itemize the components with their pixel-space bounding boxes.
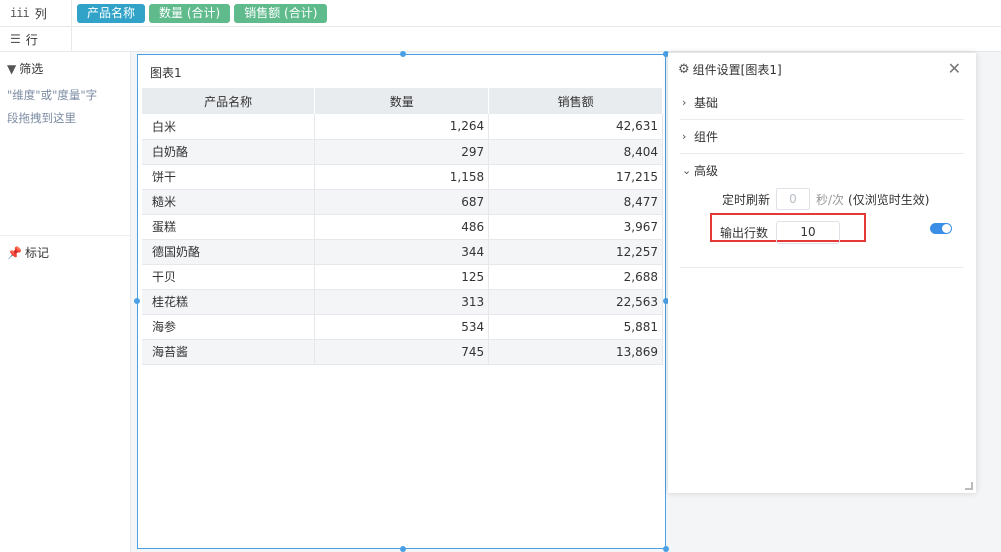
cell-sales: 3,967 — [488, 214, 663, 240]
cell-product-name: 干贝 — [142, 264, 316, 290]
cell-sales: 42,631 — [488, 114, 663, 140]
filter-title: 筛选 — [19, 62, 44, 76]
cell-sales: 8,404 — [488, 139, 663, 165]
table-row[interactable]: 糙米 687 8,477 — [142, 189, 663, 215]
refresh-label: 定时刷新 — [722, 192, 771, 207]
component-settings-panel: ⚙ 组件设置[图表1] ✕ › 基础 › 组件 ⌄ 高级 定时刷新 0 秒/次 … — [668, 53, 976, 493]
cell-quantity: 745 — [314, 339, 490, 365]
chevron-right-icon: › — [682, 96, 687, 109]
rows-icon: ☰ — [10, 32, 21, 46]
chevron-right-icon: › — [682, 130, 687, 143]
column-pill[interactable]: 产品名称 — [77, 3, 146, 23]
filter-hint-line2: 段拖拽到这里 — [7, 111, 76, 125]
cell-product-name: 白米 — [142, 114, 316, 140]
left-panel: ▼ 筛选 "维度"或"度量"字 段拖拽到这里 📌 标记 — [0, 52, 131, 552]
columns-shelf: iii 列 产品名称 数量 (合计) 销售额 (合计) — [0, 0, 1001, 27]
resize-handle-bottom[interactable] — [400, 546, 406, 552]
section-basic-label: 基础 — [694, 96, 719, 110]
filter-drop-hint: "维度"或"度量"字 段拖拽到这里 — [0, 77, 130, 130]
cell-quantity: 125 — [314, 264, 490, 290]
marks-title: 标记 — [24, 246, 49, 260]
columns-icon: iii — [10, 6, 30, 20]
cell-sales: 12,257 — [488, 239, 663, 265]
cell-quantity: 687 — [314, 189, 490, 215]
table-row[interactable]: 饼干 1,158 17,215 — [142, 164, 663, 190]
columns-label: 列 — [34, 6, 47, 21]
cell-product-name: 海苔酱 — [142, 339, 316, 365]
header-sales[interactable]: 销售额 — [488, 88, 663, 114]
marks-section[interactable]: 📌 标记 — [0, 235, 130, 261]
cell-product-name: 桂花糕 — [142, 289, 316, 315]
filter-hint-line1: "维度"或"度量"字 — [7, 88, 98, 102]
rows-label: 行 — [25, 32, 38, 47]
cell-quantity: 1,264 — [314, 114, 490, 140]
cell-sales: 8,477 — [488, 189, 663, 215]
table-row[interactable]: 干贝 125 2,688 — [142, 264, 663, 290]
table-row[interactable]: 海苔酱 745 13,869 — [142, 339, 663, 365]
cell-sales: 5,881 — [488, 314, 663, 340]
refresh-interval-input[interactable]: 0 — [776, 188, 810, 210]
cell-product-name: 白奶酪 — [142, 139, 316, 165]
filter-icon: ▼ — [7, 61, 17, 76]
table-header-row: 产品名称 数量 销售额 — [142, 88, 663, 114]
section-component[interactable]: › 组件 — [680, 120, 964, 154]
chevron-down-icon: ⌄ — [682, 164, 692, 177]
toggle-knob — [942, 224, 951, 233]
filter-section[interactable]: ▼ 筛选 "维度"或"度量"字 段拖拽到这里 — [0, 52, 130, 130]
cell-sales: 22,563 — [488, 289, 663, 315]
resize-handle-bottom-right[interactable] — [663, 546, 669, 552]
column-pill[interactable]: 数量 (合计) — [149, 3, 231, 23]
table-row[interactable]: 蛋糕 486 3,967 — [142, 214, 663, 240]
cell-product-name: 饼干 — [142, 164, 316, 190]
cell-quantity: 486 — [314, 214, 490, 240]
table-row[interactable]: 白奶酪 297 8,404 — [142, 139, 663, 165]
gear-icon: ⚙ — [678, 62, 690, 77]
columns-shelf-label: iii 列 — [0, 0, 72, 26]
widget-title: 图表1 — [150, 66, 182, 80]
column-pills: 产品名称 数量 (合计) 销售额 (合计) — [72, 3, 328, 23]
rows-shelf[interactable]: ☰ 行 — [0, 27, 1001, 52]
data-table: 产品名称 数量 销售额 白米 1,264 42,631 白奶酪 297 8,404 饼干 1,… — [142, 88, 663, 365]
section-component-label: 组件 — [694, 130, 719, 144]
panel-resize-grip[interactable] — [965, 482, 973, 490]
output-rows-row: 输出行数 10 — [720, 220, 840, 244]
header-product-name[interactable]: 产品名称 — [142, 88, 316, 114]
refresh-row: 定时刷新 0 秒/次 (仅浏览时生效) — [722, 187, 929, 211]
cell-quantity: 313 — [314, 289, 490, 315]
resize-handle-top[interactable] — [400, 51, 406, 57]
cell-quantity: 344 — [314, 239, 490, 265]
close-icon[interactable]: ✕ — [948, 61, 961, 77]
refresh-unit: 秒/次 — [816, 192, 845, 207]
output-rows-input[interactable]: 10 — [776, 220, 840, 244]
cell-quantity: 1,158 — [314, 164, 490, 190]
cell-product-name: 蛋糕 — [142, 214, 316, 240]
cell-sales: 2,688 — [488, 264, 663, 290]
rows-shelf-label: ☰ 行 — [0, 27, 72, 51]
cell-sales: 17,215 — [488, 164, 663, 190]
header-quantity[interactable]: 数量 — [314, 88, 490, 114]
output-rows-label: 输出行数 — [720, 225, 769, 240]
section-advanced-label: 高级 — [694, 164, 719, 178]
section-advanced-header[interactable]: ⌄ 高级 — [680, 154, 964, 187]
cell-product-name: 海参 — [142, 314, 316, 340]
resize-handle-left[interactable] — [134, 298, 140, 304]
cell-quantity: 297 — [314, 139, 490, 165]
cell-sales: 13,869 — [488, 339, 663, 365]
table-row[interactable]: 海参 534 5,881 — [142, 314, 663, 340]
column-pill[interactable]: 销售额 (合计) — [234, 3, 328, 23]
table-row[interactable]: 桂花糕 313 22,563 — [142, 289, 663, 315]
table-row[interactable]: 白米 1,264 42,631 — [142, 114, 663, 140]
refresh-note: (仅浏览时生效) — [848, 192, 930, 207]
settings-header: ⚙ 组件设置[图表1] — [668, 53, 976, 86]
cell-product-name: 糙米 — [142, 189, 316, 215]
table-row[interactable]: 德国奶酪 344 12,257 — [142, 239, 663, 265]
cell-quantity: 534 — [314, 314, 490, 340]
section-advanced: ⌄ 高级 定时刷新 0 秒/次 (仅浏览时生效) — [680, 154, 964, 268]
table-widget[interactable]: 图表1 产品名称 数量 销售额 白米 1,264 42,631 白奶酪 297 8,404… — [134, 51, 669, 552]
pin-icon: 📌 — [7, 245, 22, 260]
settings-title: 组件设置[图表1] — [692, 63, 782, 77]
section-basic[interactable]: › 基础 — [680, 86, 964, 120]
cell-product-name: 德国奶酪 — [142, 239, 316, 265]
output-rows-toggle[interactable] — [930, 223, 952, 234]
